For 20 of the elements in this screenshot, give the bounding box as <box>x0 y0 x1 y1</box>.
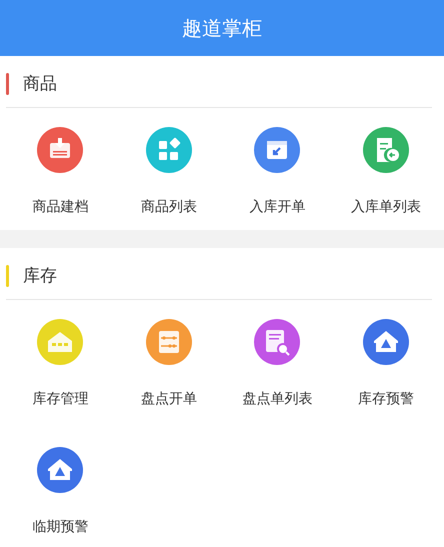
box-icon[interactable] <box>253 126 302 174</box>
menu-label[interactable]: 盘点单列表 <box>242 390 312 408</box>
section-title: 商品 <box>23 73 57 95</box>
app-title: 趣道掌柜 <box>182 14 262 42</box>
menu-label[interactable]: 库存管理 <box>32 390 88 408</box>
menu-label[interactable]: 临期预警 <box>32 518 88 536</box>
document-search-icon[interactable] <box>253 318 302 366</box>
menu-label[interactable]: 商品列表 <box>140 198 197 216</box>
grid-icon[interactable] <box>144 126 193 174</box>
menu-label[interactable]: 盘点开单 <box>140 390 197 408</box>
abacus-icon[interactable] <box>144 318 193 366</box>
menu-label[interactable]: 商品建档 <box>32 198 88 216</box>
house-warning-icon[interactable] <box>362 318 410 366</box>
menu-label[interactable]: 入库开单 <box>249 198 306 216</box>
section-title: 库存 <box>23 265 57 287</box>
menu-label[interactable]: 库存预警 <box>358 390 414 408</box>
menu-label[interactable]: 入库单列表 <box>350 198 421 216</box>
tray-icon[interactable] <box>36 126 84 174</box>
house-warning-icon[interactable] <box>36 446 84 494</box>
document-icon[interactable] <box>362 126 410 174</box>
